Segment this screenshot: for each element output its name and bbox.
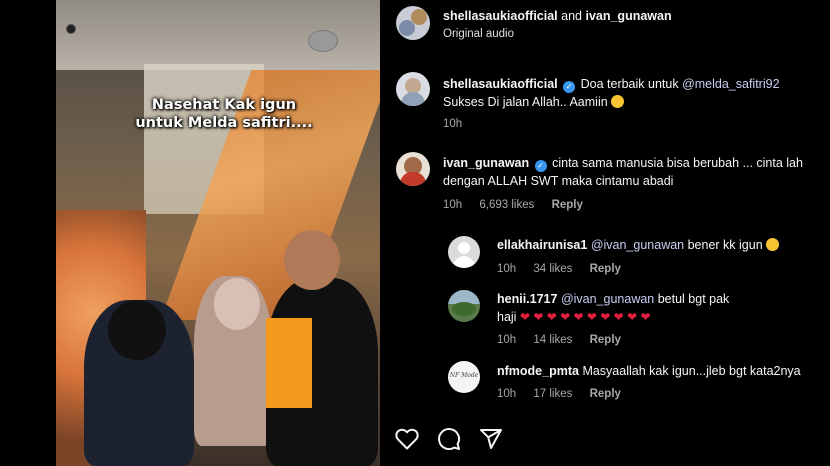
- reply-time: 10h: [497, 334, 517, 346]
- verified-icon: ✓: [563, 81, 576, 93]
- security-camera: [66, 24, 76, 34]
- share-icon[interactable]: [479, 427, 503, 451]
- reply-text: haji: [497, 310, 517, 324]
- reply-username[interactable]: nfmode_pmta: [497, 364, 579, 378]
- reply-text: Masyaallah kak igun...jleb bgt kata2nya: [582, 364, 801, 378]
- person-head: [284, 230, 340, 290]
- author-link-primary[interactable]: shellasaukiaofficial: [443, 9, 558, 23]
- heart-icon[interactable]: [395, 428, 419, 450]
- reply-button[interactable]: Reply: [590, 334, 621, 346]
- mention-link[interactable]: @ivan_gunawan: [561, 292, 654, 306]
- mention-link[interactable]: @ivan_gunawan: [591, 238, 684, 252]
- reply-username[interactable]: ellakhairunisa1: [497, 238, 587, 252]
- reply-body: nfmode_pmta Masyaallah kak igun...jleb b…: [497, 362, 827, 380]
- avatar-logo-text: NF Mode: [449, 372, 479, 379]
- comment-meta: 10h 6,693 likes Reply: [443, 199, 597, 211]
- commenter-avatar[interactable]: NF Mode: [448, 361, 480, 393]
- comment-text: cinta sama manusia bisa berubah ... cint…: [552, 156, 803, 170]
- comment-likes[interactable]: 6,693 likes: [479, 199, 534, 211]
- comment-body: ivan_gunawan ✓ cinta sama manusia bisa b…: [443, 154, 823, 190]
- comment-text: dengan ALLAH SWT maka cintamu abadi: [443, 174, 674, 188]
- audio-label[interactable]: Original audio: [443, 28, 514, 40]
- comment-username[interactable]: shellasaukiaofficial: [443, 77, 558, 91]
- orange-patch: [266, 318, 312, 408]
- reply-body: henii.1717 @ivan_gunawan betul bgt pak h…: [497, 290, 817, 326]
- comment-time: 10h: [443, 199, 463, 211]
- reply-meta: 10h 34 likes Reply: [497, 263, 635, 275]
- person-head: [214, 278, 260, 330]
- smile-emoji-icon: [611, 95, 625, 108]
- verified-icon: ✓: [534, 160, 547, 172]
- reply-text: bener kk igun: [684, 238, 763, 252]
- video-caption: Nasehat Kak igun untuk Melda safitri....: [114, 96, 334, 132]
- person-head: [108, 300, 166, 360]
- sad-emoji-icon: [766, 238, 780, 251]
- reply-text: betul bgt pak: [654, 292, 730, 306]
- reel-video[interactable]: Nasehat Kak igun untuk Melda safitri....: [56, 0, 380, 466]
- post-action-bar: [395, 426, 503, 452]
- comment-text: Doa terbaik untuk: [580, 77, 683, 91]
- reply-likes[interactable]: 34 likes: [533, 263, 572, 275]
- reply-likes[interactable]: 14 likes: [533, 334, 572, 346]
- comment-time: 10h: [443, 118, 463, 130]
- reply-button[interactable]: Reply: [552, 199, 583, 211]
- reply-button[interactable]: Reply: [590, 388, 621, 400]
- commenter-avatar[interactable]: [448, 236, 480, 268]
- reply-body: ellakhairunisa1 @ivan_gunawan bener kk i…: [497, 236, 817, 254]
- reply-meta: 10h 14 likes Reply: [497, 334, 635, 346]
- reply-time: 10h: [497, 388, 517, 400]
- reply-meta: 10h 17 likes Reply: [497, 388, 635, 400]
- comment-meta: 10h: [443, 118, 476, 130]
- mention-link[interactable]: @melda_safitri92: [682, 77, 779, 91]
- caption-line: Nasehat Kak igun: [151, 97, 297, 113]
- ceiling-light: [308, 30, 338, 52]
- comments-panel: shellasaukiaofficial and ivan_gunawan Or…: [380, 0, 830, 466]
- reply-likes[interactable]: 17 likes: [533, 388, 572, 400]
- caption-line: untuk Melda safitri....: [135, 115, 313, 131]
- comment-body: shellasaukiaofficial ✓ Doa terbaik untuk…: [443, 75, 823, 111]
- commenter-avatar[interactable]: [448, 290, 480, 322]
- authors-connector: and: [561, 9, 582, 23]
- commenter-avatar[interactable]: [396, 152, 430, 186]
- heart-emoji-icon: ❤ ❤ ❤ ❤ ❤ ❤ ❤ ❤ ❤ ❤: [519, 310, 651, 324]
- post-author-avatar[interactable]: [396, 6, 430, 40]
- post-authors: shellasaukiaofficial and ivan_gunawan: [443, 9, 672, 23]
- commenter-avatar[interactable]: [396, 72, 430, 106]
- author-link-secondary[interactable]: ivan_gunawan: [585, 9, 671, 23]
- comment-icon[interactable]: [437, 427, 461, 451]
- reply-time: 10h: [497, 263, 517, 275]
- reply-button[interactable]: Reply: [590, 263, 621, 275]
- reply-username[interactable]: henii.1717: [497, 292, 557, 306]
- comment-text: Sukses Di jalan Allah.. Aamiin: [443, 95, 608, 109]
- comment-username[interactable]: ivan_gunawan: [443, 156, 529, 170]
